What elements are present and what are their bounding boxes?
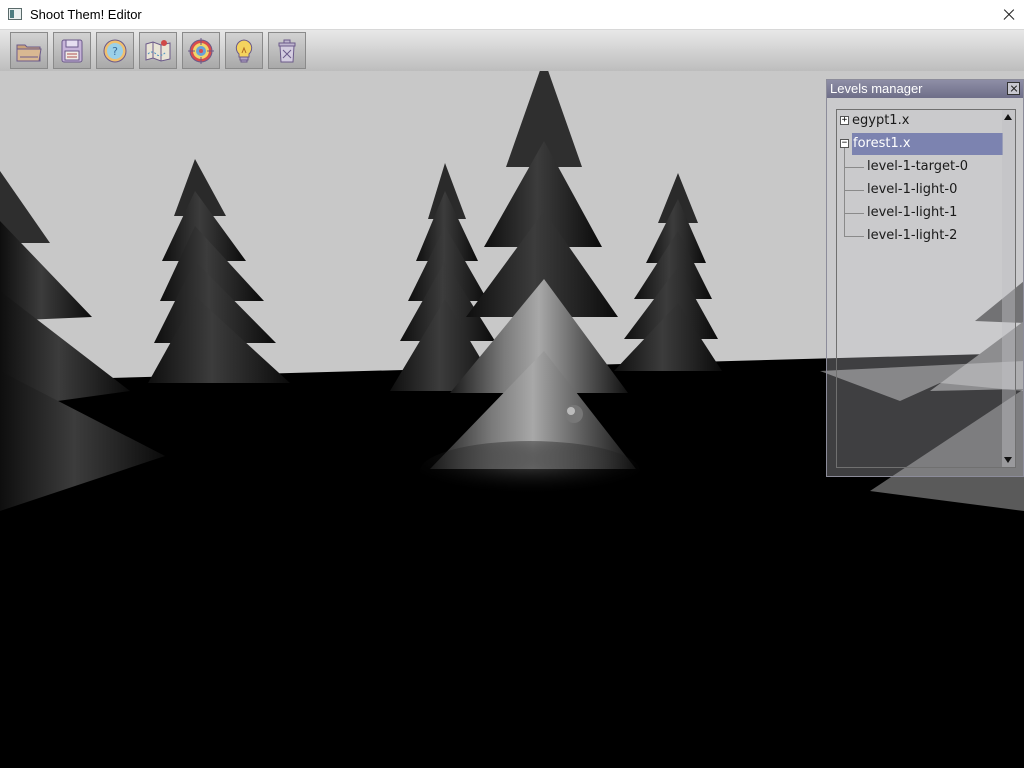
scroll-down-arrow-icon[interactable] (1004, 457, 1012, 463)
light-button[interactable] (225, 32, 263, 69)
levels-manager-panel: Levels manager + egypt1.x − forest1.x le… (826, 79, 1024, 477)
window-title: Shoot Them! Editor (30, 7, 142, 22)
tree-connector (844, 148, 845, 236)
target-icon (188, 38, 214, 64)
target-button[interactable] (182, 32, 220, 69)
open-button[interactable] (10, 32, 48, 69)
app-icon (8, 8, 22, 20)
collapse-toggle-forest1[interactable]: − (840, 139, 849, 148)
map-icon (145, 40, 171, 62)
tree-connector (844, 167, 864, 168)
help-icon: ? (103, 39, 127, 63)
tree-connector (844, 190, 864, 191)
help-button[interactable]: ? (96, 32, 134, 69)
delete-button[interactable] (268, 32, 306, 69)
levels-manager-header[interactable]: Levels manager (827, 80, 1023, 98)
panel-close-button[interactable] (1007, 82, 1020, 95)
tree-node-child[interactable]: level-1-light-2 (867, 225, 957, 247)
tree-node-egypt1[interactable]: egypt1.x (852, 110, 909, 132)
trash-can-icon (278, 39, 296, 63)
tree-scrollbar[interactable] (1002, 110, 1015, 467)
open-folder-icon (16, 44, 42, 62)
map-button[interactable] (139, 32, 177, 69)
expand-toggle-egypt1[interactable]: + (840, 116, 849, 125)
window-title-bar: Shoot Them! Editor (0, 0, 1024, 30)
scroll-up-arrow-icon[interactable] (1004, 114, 1012, 120)
save-floppy-icon (61, 39, 83, 63)
svg-text:?: ? (112, 45, 118, 58)
levels-manager-title: Levels manager (830, 81, 923, 96)
levels-tree: + egypt1.x − forest1.x level-1-target-0 … (836, 109, 1016, 468)
tree-node-forest1[interactable]: forest1.x (852, 133, 1003, 155)
lightbulb-icon (235, 39, 253, 63)
toolbar: ? (0, 30, 1024, 71)
tree-node-child[interactable]: level-1-light-0 (867, 179, 957, 201)
tree-connector (844, 236, 864, 237)
tree-node-child[interactable]: level-1-light-1 (867, 202, 957, 224)
tree-connector (844, 213, 864, 214)
tree-node-child[interactable]: level-1-target-0 (867, 156, 968, 178)
window-close-button[interactable] (994, 0, 1024, 30)
save-button[interactable] (53, 32, 91, 69)
